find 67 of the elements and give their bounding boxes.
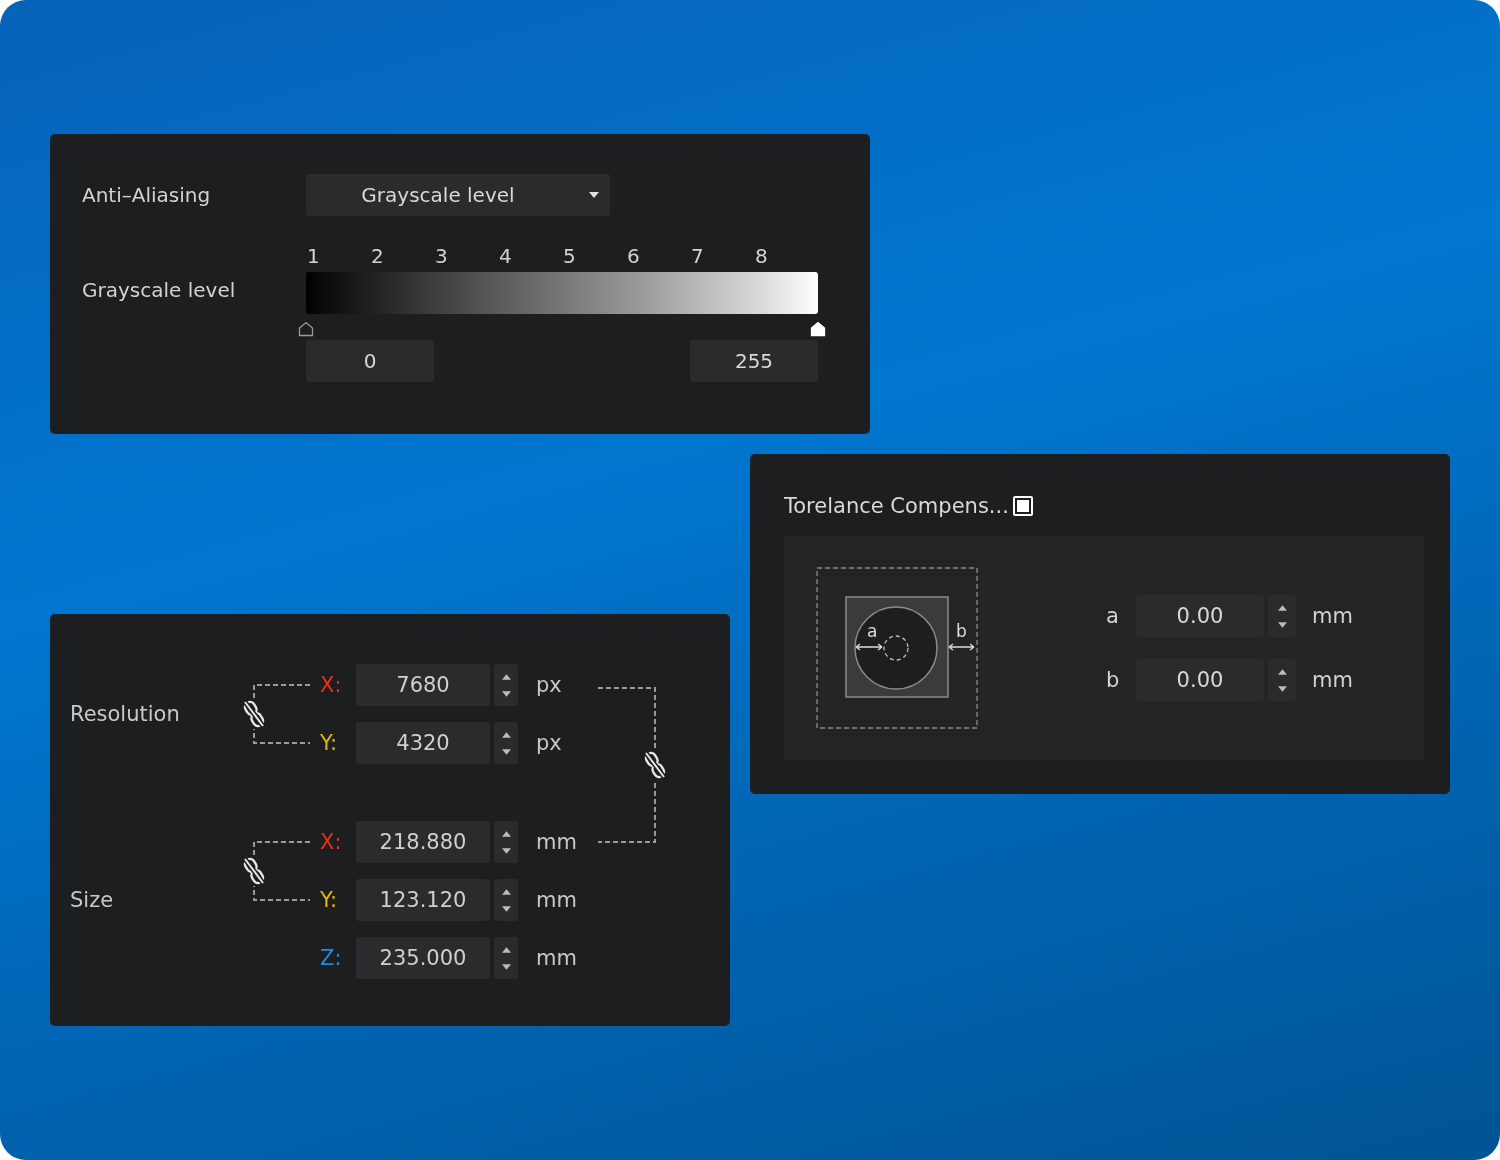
unit-label: px xyxy=(536,731,562,755)
group-label: Resolution xyxy=(70,702,181,726)
axis-label: X: xyxy=(320,673,343,697)
unit-label: mm xyxy=(536,830,577,854)
axis-label: Z: xyxy=(320,946,343,970)
unit-label: mm xyxy=(1312,668,1353,692)
up-arrow-icon xyxy=(501,731,511,738)
up-arrow-icon xyxy=(501,673,511,680)
max-value-field[interactable]: 255 xyxy=(690,340,818,382)
broken-link-icon[interactable] xyxy=(241,699,267,729)
spinner-buttons[interactable] xyxy=(494,937,518,979)
unit-label: mm xyxy=(536,888,577,912)
tick-label: 7 xyxy=(690,244,705,270)
up-arrow-icon xyxy=(501,946,511,953)
up-arrow-icon xyxy=(1277,604,1287,611)
axis-label: Y: xyxy=(320,888,339,912)
spinner-buttons[interactable] xyxy=(494,821,518,863)
min-value-field[interactable]: 0 xyxy=(306,340,434,382)
spinner-buttons[interactable] xyxy=(494,722,518,764)
tick-label: 8 xyxy=(754,244,769,270)
down-arrow-icon xyxy=(501,847,511,854)
number-field[interactable]: 235.000 xyxy=(356,937,490,979)
anti-aliasing-label: Anti–Aliasing xyxy=(82,183,212,207)
tick-label: 6 xyxy=(626,244,641,270)
number-field[interactable]: 4320 xyxy=(356,722,490,764)
down-arrow-icon xyxy=(1277,685,1287,692)
up-arrow-icon xyxy=(501,830,511,837)
tick-label: 2 xyxy=(370,244,385,270)
spinner-buttons[interactable] xyxy=(1268,659,1296,701)
number-field[interactable]: 218.880 xyxy=(356,821,490,863)
dashed-bracket xyxy=(253,841,311,901)
tick-label: 4 xyxy=(498,244,513,270)
spinner-buttons[interactable] xyxy=(494,879,518,921)
group-label: Size xyxy=(70,888,115,912)
up-arrow-icon xyxy=(501,888,511,895)
tick-label: 3 xyxy=(434,244,449,270)
slider-thumb[interactable] xyxy=(298,321,314,337)
caret-icon xyxy=(589,192,599,198)
unit-label: px xyxy=(536,673,562,697)
panel-title: Torelance Compens... xyxy=(784,494,1009,518)
tick-label: 5 xyxy=(562,244,577,270)
down-arrow-icon xyxy=(501,963,511,970)
field-label: b xyxy=(1106,668,1121,692)
spinner-buttons[interactable] xyxy=(494,664,518,706)
spinner-buttons[interactable] xyxy=(1268,595,1296,637)
down-arrow-icon xyxy=(501,905,511,912)
number-field[interactable]: 0.00 xyxy=(1136,595,1264,637)
number-field[interactable]: 0.00 xyxy=(1136,659,1264,701)
axis-label: Y: xyxy=(320,731,339,755)
unit-label: mm xyxy=(536,946,577,970)
number-field[interactable]: 7680 xyxy=(356,664,490,706)
broken-link-icon[interactable] xyxy=(241,856,267,886)
axis-label: X: xyxy=(320,830,343,854)
unit-label: mm xyxy=(1312,604,1353,628)
number-field[interactable]: 123.120 xyxy=(356,879,490,921)
dashed-bracket xyxy=(253,684,311,744)
anti-aliasing-dropdown[interactable]: Grayscale level xyxy=(306,174,610,216)
down-arrow-icon xyxy=(501,690,511,697)
broken-link-icon[interactable] xyxy=(642,750,668,780)
grayscale-level-label: Grayscale level xyxy=(82,278,237,304)
tick-label: 1 xyxy=(306,244,321,270)
checkbox[interactable] xyxy=(1012,496,1033,516)
tolerance-diagram-drawing: a b xyxy=(816,567,978,729)
down-arrow-icon xyxy=(501,748,511,755)
up-arrow-icon xyxy=(1277,668,1287,675)
field-label: a xyxy=(1106,604,1120,628)
down-arrow-icon xyxy=(1277,621,1287,628)
